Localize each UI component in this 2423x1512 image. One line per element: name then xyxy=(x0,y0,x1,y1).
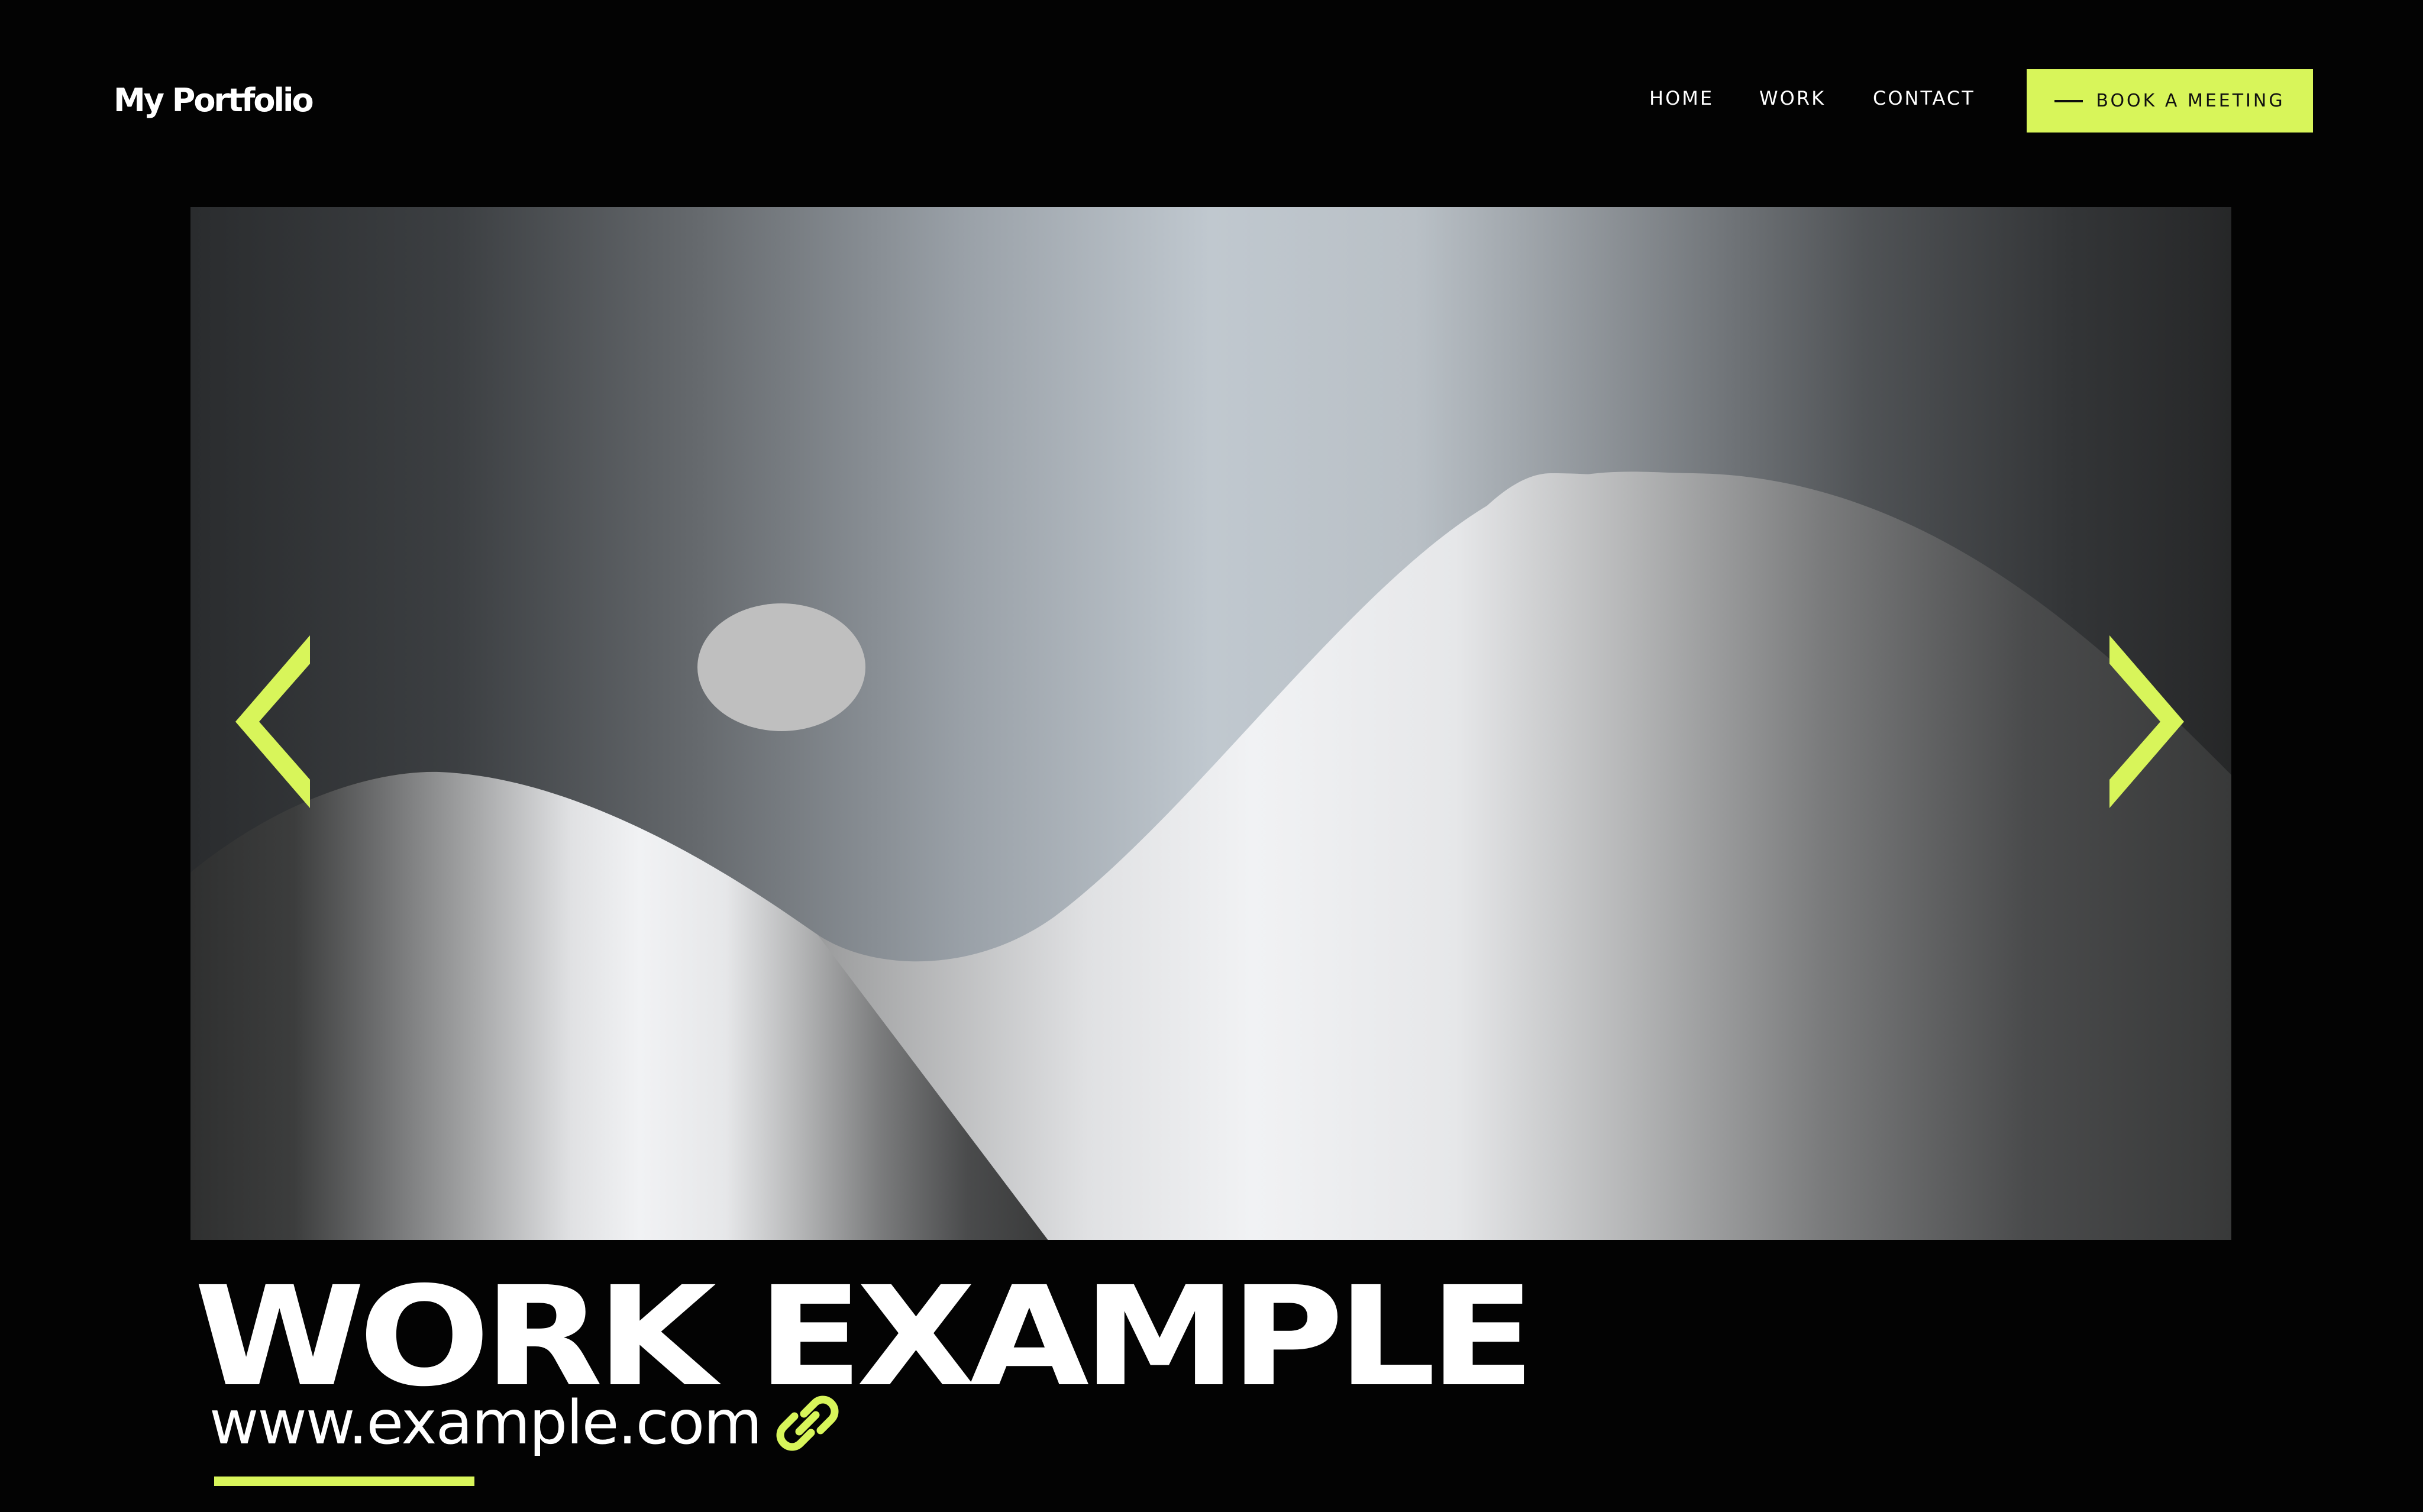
dash-icon xyxy=(2054,99,2083,102)
chevron-right-icon[interactable] xyxy=(2106,633,2189,810)
site-logo[interactable]: My Portfolio xyxy=(114,77,314,124)
work-link-text: www.example.com xyxy=(209,1388,763,1458)
nav-contact[interactable]: CONTACT xyxy=(1873,86,1975,110)
link-icon xyxy=(776,1395,839,1451)
image-placeholder xyxy=(190,207,2231,1240)
hero-slider xyxy=(190,207,2231,1240)
work-link[interactable]: www.example.com xyxy=(209,1388,841,1459)
nav-home[interactable]: HOME xyxy=(1649,86,1714,110)
book-meeting-button[interactable]: BOOK A MEETING xyxy=(2027,69,2313,133)
chevron-left-icon[interactable] xyxy=(231,633,314,810)
link-underline xyxy=(214,1477,474,1486)
nav-work[interactable]: WORK xyxy=(1759,86,1826,110)
work-title: WORK EXAMPLE xyxy=(194,1257,1535,1417)
book-meeting-label: BOOK A MEETING xyxy=(2096,91,2285,111)
